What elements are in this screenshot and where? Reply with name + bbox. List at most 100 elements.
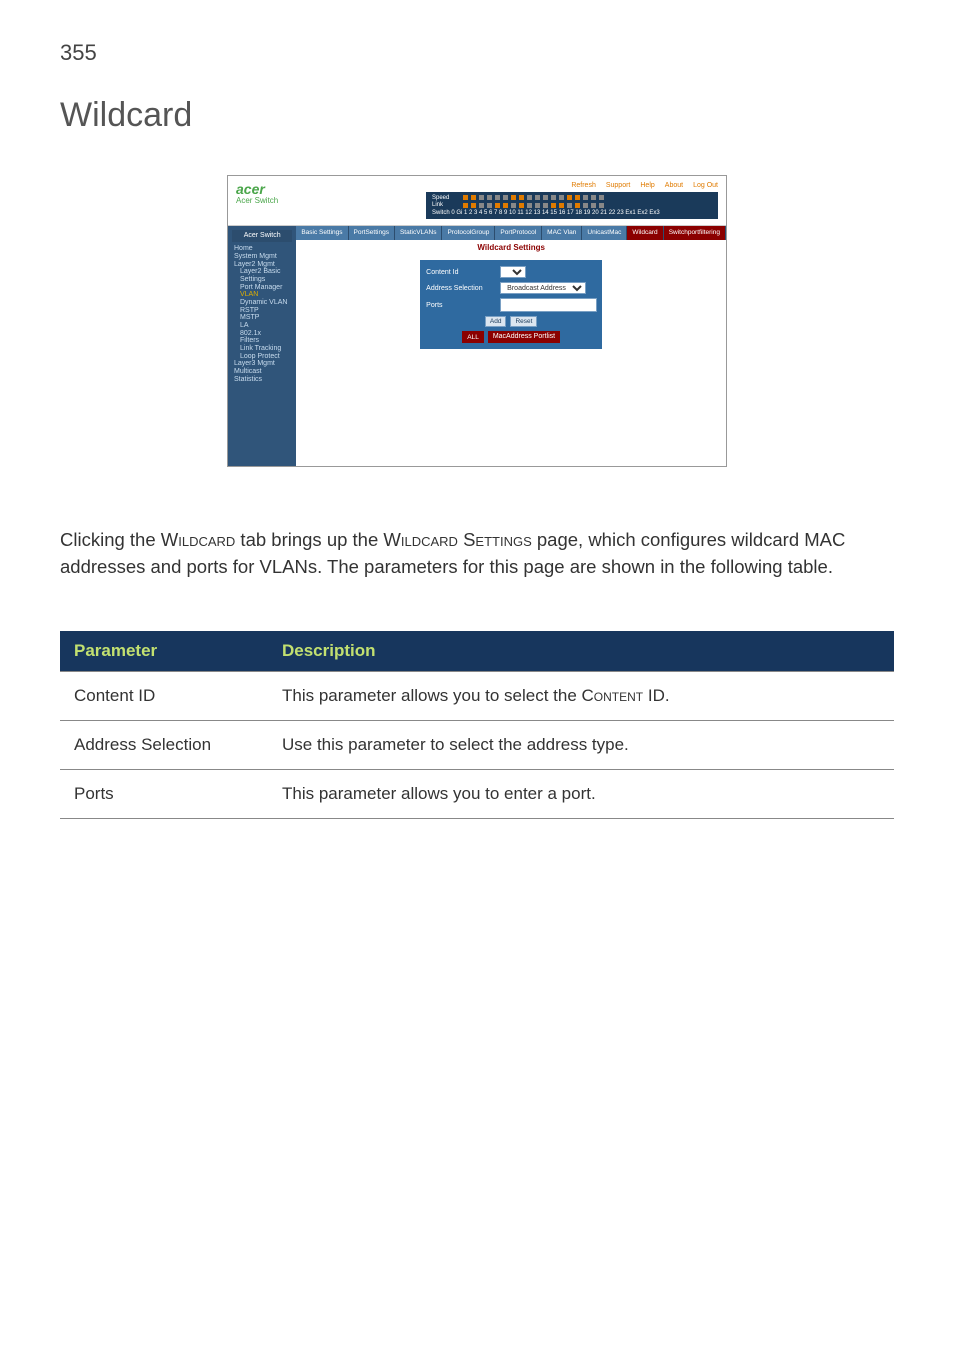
led-icon (591, 195, 596, 200)
led-icon (527, 203, 532, 208)
row-content-id: Content Id (426, 266, 596, 278)
parameter-table: Parameter Description Content ID This pa… (60, 631, 894, 819)
select-address-selection[interactable]: Broadcast Address (500, 282, 586, 294)
sidebar-layer3[interactable]: Layer3 Mgmt (232, 360, 292, 368)
result-header-row: ALL MacAddress Portlist (426, 331, 596, 343)
cell-desc: This parameter allows you to enter a por… (268, 770, 894, 819)
form-actions: Add Reset (426, 316, 596, 327)
para-smallcaps: Wildcard Settings (383, 529, 531, 550)
label-ports: Ports (426, 302, 496, 310)
link-logout[interactable]: Log Out (693, 182, 718, 190)
desc-text: This parameter allows you to enter a por… (282, 784, 596, 803)
sidebar-home[interactable]: Home (232, 245, 292, 253)
sidebar-l2-basic[interactable]: Layer2 Basic Settings (232, 268, 292, 283)
tab-wildcard[interactable]: Wildcard (627, 226, 663, 239)
led-icon (503, 203, 508, 208)
led-icon (543, 195, 548, 200)
sidebar-8021x[interactable]: 802.1x (232, 330, 292, 338)
input-ports[interactable] (500, 298, 597, 312)
led-icon (567, 203, 572, 208)
add-button[interactable]: Add (485, 316, 507, 327)
sidebar-la[interactable]: LA (232, 322, 292, 330)
tab-port-settings[interactable]: PortSettings (349, 226, 395, 239)
speed-label: Speed (432, 195, 460, 202)
select-content-id[interactable] (500, 266, 526, 278)
all-button[interactable]: ALL (462, 331, 484, 343)
th-parameter: Parameter (60, 631, 268, 672)
form-area: Content Id Address Selection Broadcast A… (296, 256, 726, 359)
switch-numbers-text: Switch 0 Gi 1 2 3 4 5 6 7 8 9 10 11 12 1… (432, 210, 660, 217)
led-icon (551, 195, 556, 200)
reset-button[interactable]: Reset (510, 316, 537, 327)
link-about[interactable]: About (665, 182, 683, 190)
led-icon (527, 195, 532, 200)
sidebar-loop-protect[interactable]: Loop Protect (232, 353, 292, 361)
led-icon (495, 195, 500, 200)
desc-text: Use this parameter to select the address… (282, 735, 629, 754)
label-address-selection: Address Selection (426, 285, 496, 293)
tab-basic-settings[interactable]: Basic Settings (296, 226, 348, 239)
sidebar-system[interactable]: System Mgmt (232, 253, 292, 261)
switch-numbers: Switch 0 Gi 1 2 3 4 5 6 7 8 9 10 11 12 1… (432, 210, 712, 217)
tab-bar: Basic Settings PortSettings StaticVLANs … (296, 226, 726, 239)
link-support[interactable]: Support (606, 182, 631, 190)
link-help[interactable]: Help (640, 182, 654, 190)
led-icon (519, 203, 524, 208)
sidebar-rstp[interactable]: RSTP (232, 307, 292, 315)
led-icon (495, 203, 500, 208)
brand-logo: acer (236, 181, 265, 197)
para-text: Clicking the (60, 529, 161, 550)
led-icon (471, 195, 476, 200)
brand-block: acer Acer Switch (236, 182, 278, 206)
tab-unicast-mac[interactable]: UnicastMac (582, 226, 627, 239)
led-icon (559, 203, 564, 208)
sidebar-link-tracking[interactable]: Link Tracking (232, 345, 292, 353)
top-links: Refresh Support Help About Log Out (571, 182, 718, 190)
sidebar-statistics[interactable]: Statistics (232, 376, 292, 384)
tab-switchport-filtering[interactable]: Switchportfiltering (664, 226, 726, 239)
led-icon (479, 203, 484, 208)
led-icon (599, 203, 604, 208)
led-icon (551, 203, 556, 208)
panel-heading: Wildcard Settings (296, 240, 726, 257)
sidebar-port-manager[interactable]: Port Manager (232, 284, 292, 292)
sidebar-dynamic-vlan[interactable]: Dynamic VLAN (232, 299, 292, 307)
led-icon (583, 195, 588, 200)
led-icon (535, 195, 540, 200)
row-ports: Ports (426, 298, 596, 312)
tab-protocol-group[interactable]: ProtocolGroup (442, 226, 495, 239)
embedded-screenshot: acer Acer Switch Refresh Support Help Ab… (227, 175, 727, 467)
brand-subtitle: Acer Switch (236, 197, 278, 206)
led-icon (599, 195, 604, 200)
tab-static-vlans[interactable]: StaticVLANs (395, 226, 443, 239)
led-icon (583, 203, 588, 208)
led-icon (575, 195, 580, 200)
led-icon (591, 203, 596, 208)
sidebar-multicast[interactable]: Multicast (232, 368, 292, 376)
page-number: 355 (60, 40, 894, 66)
cell-desc: This parameter allows you to select the … (268, 672, 894, 721)
sidebar: Acer Switch Home System Mgmt Layer2 Mgmt… (228, 226, 296, 466)
table-row: Address Selection Use this parameter to … (60, 721, 894, 770)
sidebar-layer2[interactable]: Layer2 Mgmt (232, 261, 292, 269)
led-icon (511, 195, 516, 200)
link-refresh[interactable]: Refresh (571, 182, 596, 190)
led-icon (463, 203, 468, 208)
para-smallcaps: Wildcard (161, 529, 236, 550)
main-panel: Basic Settings PortSettings StaticVLANs … (296, 226, 726, 466)
link-row: Link (432, 202, 712, 209)
led-icon (479, 195, 484, 200)
desc-smallcaps: Content ID (582, 686, 665, 705)
sidebar-mstp[interactable]: MSTP (232, 314, 292, 322)
page-title: Wildcard (60, 96, 894, 135)
shot-body: Acer Switch Home System Mgmt Layer2 Mgmt… (228, 226, 726, 466)
tab-port-protocol[interactable]: PortProtocol (495, 226, 542, 239)
cell-param: Ports (60, 770, 268, 819)
cell-param: Content ID (60, 672, 268, 721)
sidebar-vlan[interactable]: VLAN (232, 291, 292, 299)
led-icon (511, 203, 516, 208)
shot-header: acer Acer Switch Refresh Support Help Ab… (228, 176, 726, 226)
sidebar-filters[interactable]: Filters (232, 337, 292, 345)
desc-text: . (665, 686, 670, 705)
tab-mac-vlan[interactable]: MAC Vlan (542, 226, 582, 239)
